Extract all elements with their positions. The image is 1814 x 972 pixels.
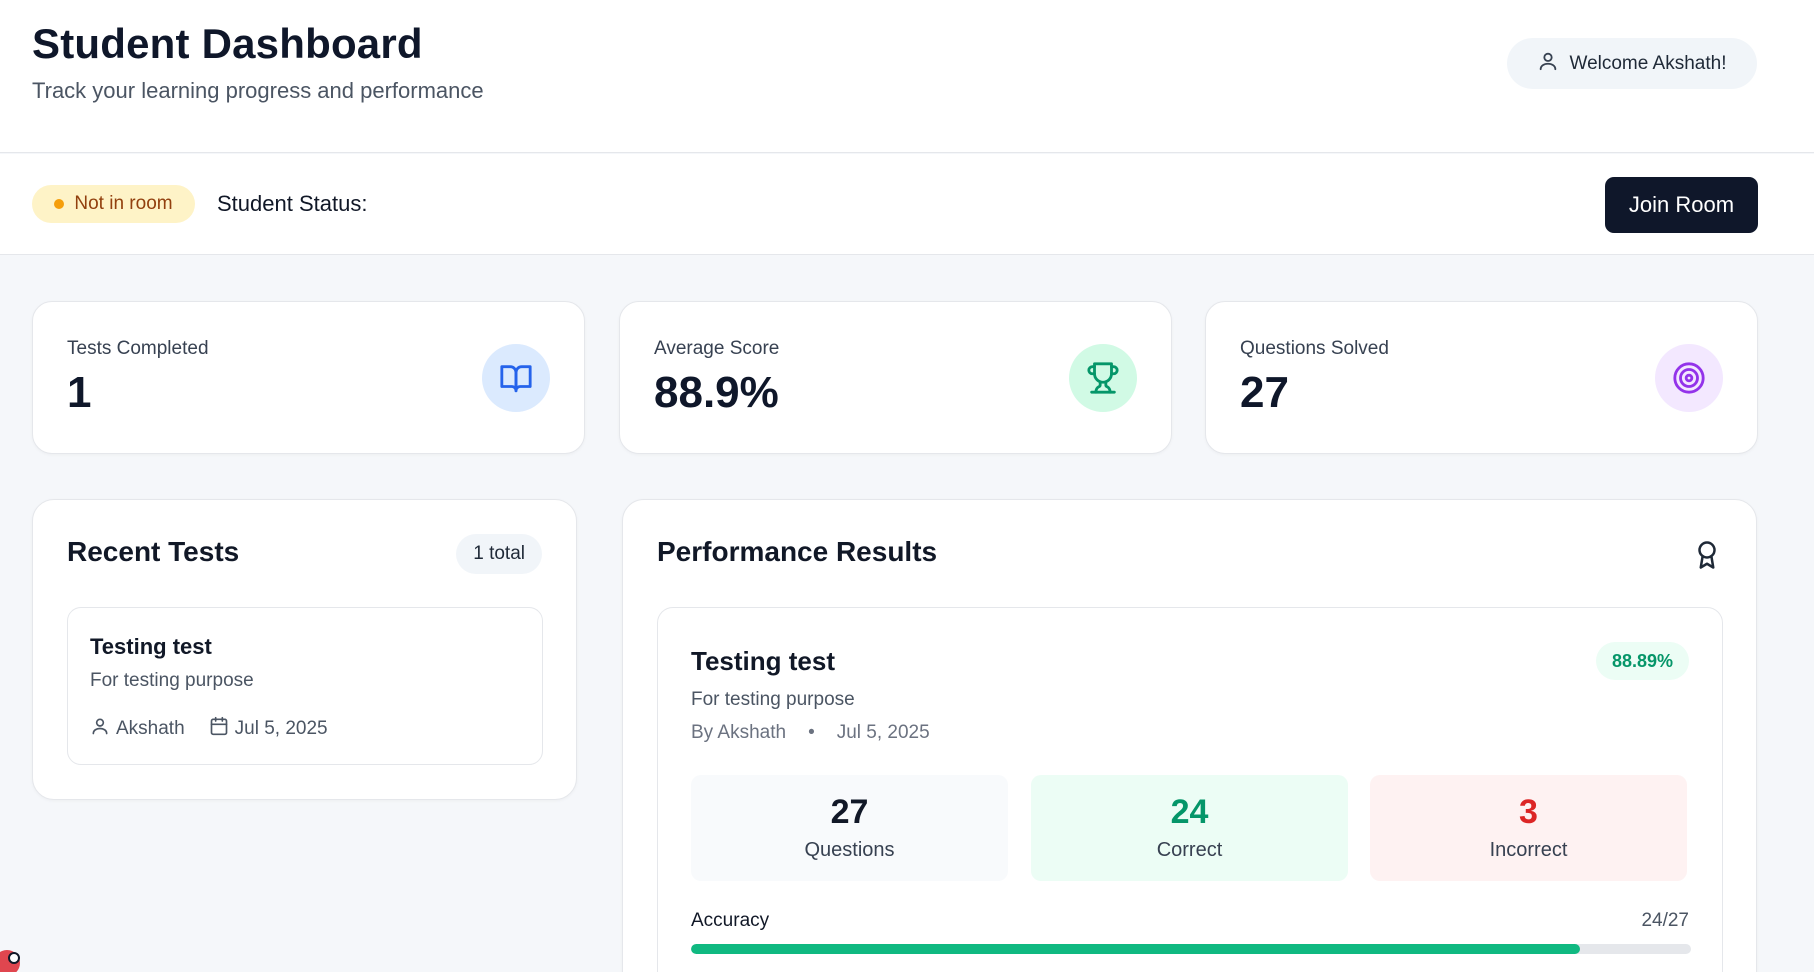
metric-correct: 24 Correct [1031, 775, 1348, 881]
stat-card-average-score: Average Score 88.9% [619, 301, 1172, 454]
result-meta: By Akshath • Jul 5, 2025 [691, 722, 930, 744]
stat-label: Questions Solved [1240, 338, 1389, 359]
test-description: For testing purpose [90, 670, 254, 691]
calendar-icon [209, 716, 229, 742]
test-date: Jul 5, 2025 [234, 718, 328, 739]
test-meta: Akshath Jul 5, 2025 [90, 716, 328, 742]
recent-tests-count-badge: 1 total [456, 534, 542, 574]
status-dot-icon [54, 199, 65, 209]
performance-title: Performance Results [657, 536, 938, 567]
metric-label: Questions [804, 839, 895, 861]
accuracy-value: 24/27 [1641, 910, 1689, 931]
accuracy-label: Accuracy [691, 910, 770, 931]
stat-card-questions-solved: Questions Solved 27 [1205, 301, 1758, 454]
stat-value: 1 [67, 368, 92, 417]
meta-separator: • [808, 722, 815, 743]
metric-label: Incorrect [1489, 839, 1568, 861]
welcome-text: Welcome Akshath! [1569, 52, 1727, 74]
test-title: Testing test [90, 634, 212, 659]
result-author: By Akshath [691, 722, 787, 743]
accuracy-progress-fill [691, 944, 1580, 954]
target-icon [1655, 344, 1723, 412]
stat-label: Average Score [654, 338, 780, 359]
page-header: Student Dashboard Track your learning pr… [0, 0, 1814, 153]
status-bar: Not in room Student Status: Join Room [0, 154, 1814, 255]
score-badge: 88.89% [1595, 642, 1689, 680]
test-author: Akshath [116, 718, 185, 739]
page-title: Student Dashboard [32, 20, 423, 67]
metric-incorrect: 3 Incorrect [1370, 775, 1687, 881]
user-icon [90, 716, 110, 742]
accuracy-progress-bar [691, 944, 1691, 954]
recent-tests-panel: Recent Tests 1 total Testing test For te… [32, 499, 577, 800]
book-icon [482, 344, 550, 412]
trophy-icon [1069, 344, 1137, 412]
metric-questions: 27 Questions [691, 775, 1008, 881]
result-title: Testing test [691, 646, 835, 676]
welcome-pill[interactable]: Welcome Akshath! [1507, 38, 1757, 89]
join-room-button[interactable]: Join Room [1605, 177, 1758, 233]
student-status-label: Student Status: [217, 191, 368, 216]
recent-test-card[interactable]: Testing test For testing purpose Akshath… [67, 607, 543, 765]
page-subtitle: Track your learning progress and perform… [32, 78, 484, 103]
metric-value: 24 [1170, 793, 1209, 831]
performance-results-panel: Performance Results Testing test 88.89% … [622, 499, 1757, 972]
recent-tests-title: Recent Tests [67, 536, 240, 567]
stat-card-tests-completed: Tests Completed 1 [32, 301, 585, 454]
user-icon [1537, 50, 1559, 78]
stat-value: 88.9% [654, 368, 779, 417]
metric-value: 27 [830, 793, 869, 831]
result-date: Jul 5, 2025 [836, 722, 930, 743]
status-badge: Not in room [32, 185, 195, 223]
award-icon [1692, 538, 1722, 577]
floating-widget-dot [8, 952, 20, 964]
result-description: For testing purpose [691, 689, 855, 710]
stat-label: Tests Completed [67, 338, 209, 359]
metric-label: Correct [1156, 839, 1223, 861]
result-card[interactable]: Testing test 88.89% For testing purpose … [657, 607, 1723, 972]
stat-value: 27 [1240, 368, 1289, 417]
metric-value: 3 [1519, 793, 1538, 831]
status-badge-text: Not in room [74, 193, 173, 214]
